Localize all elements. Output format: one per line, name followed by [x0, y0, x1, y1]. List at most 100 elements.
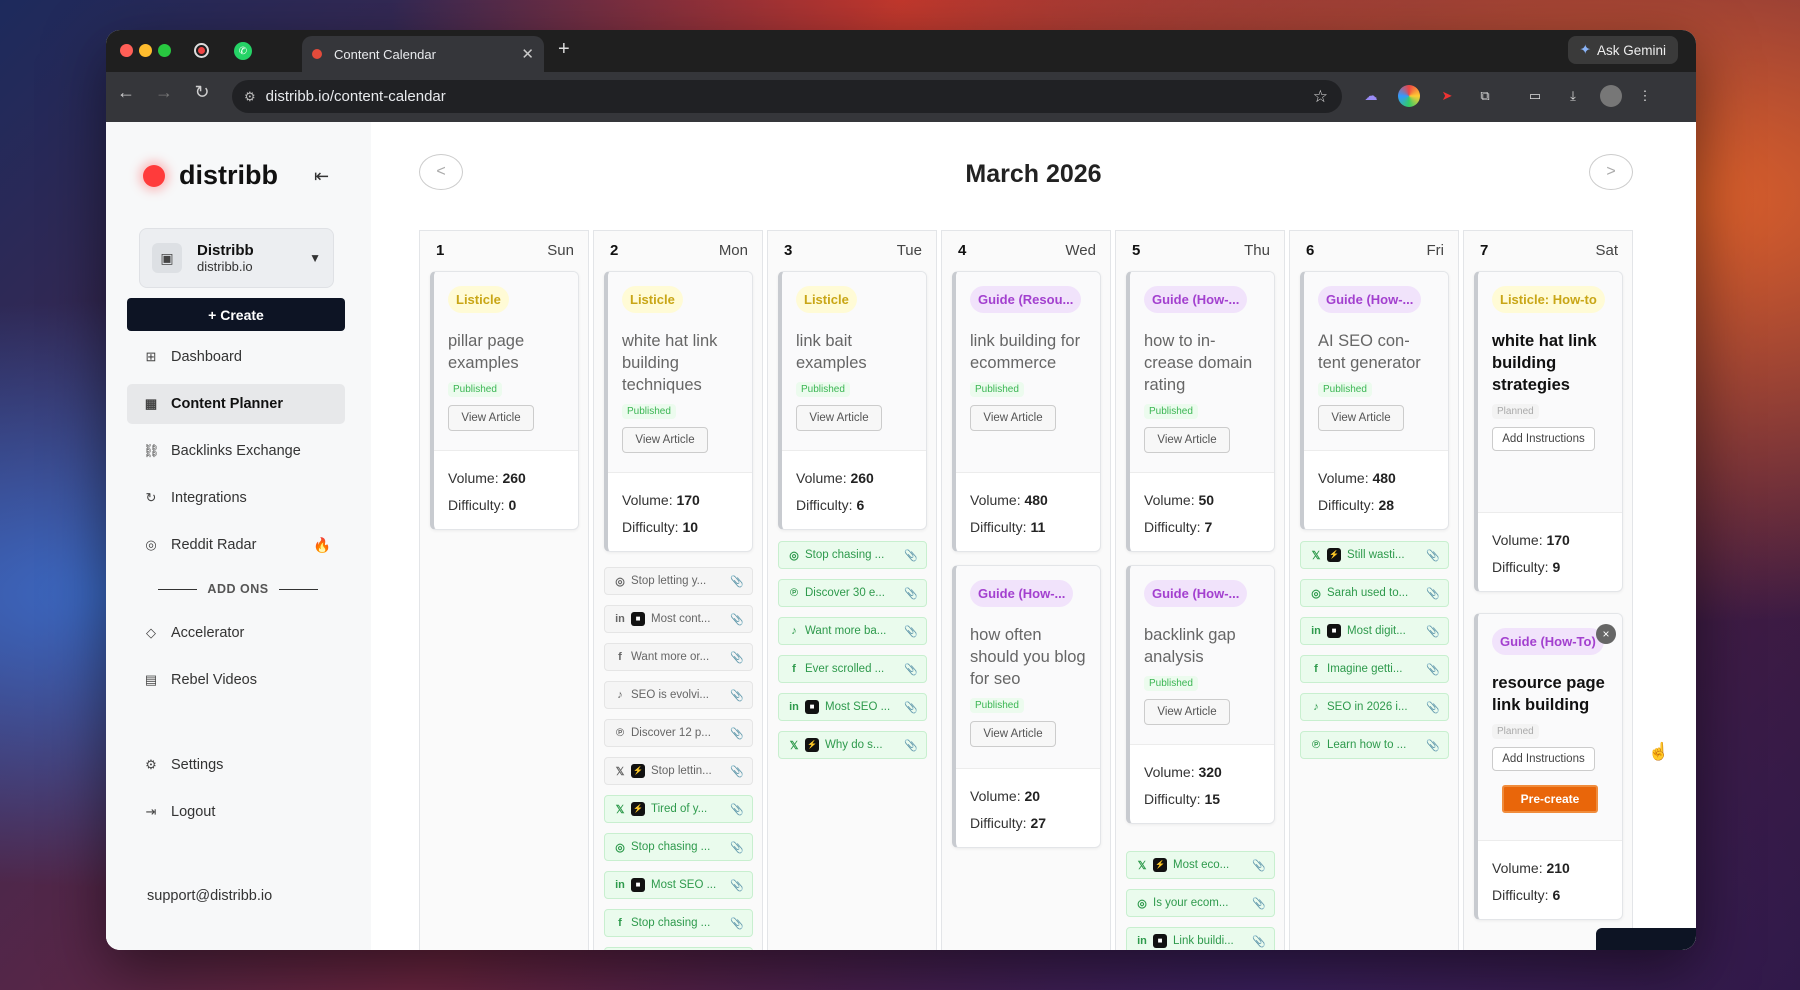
social-post-x[interactable]: 𝕏 ⚡ Most eco... 📎 [1126, 851, 1275, 879]
social-post-instagram[interactable]: ◎ Stop letting y... 📎 [604, 567, 753, 595]
view-article-button[interactable]: View Article [970, 405, 1056, 431]
article-title[interactable]: backlink gap analysis [1144, 624, 1260, 668]
next-month-button[interactable]: > [1589, 154, 1633, 190]
bookmark-star-icon[interactable]: ☆ [1313, 87, 1328, 107]
forward-arrow-icon[interactable]: → [152, 82, 176, 103]
download-icon[interactable]: ⤓ [1562, 85, 1584, 107]
brand-logo[interactable]: distribb [143, 160, 278, 191]
social-post-facebook[interactable]: f Stop chasing ... 📎 [604, 909, 753, 937]
sidebar-item-accelerator[interactable]: ◇ Accelerator [127, 613, 345, 653]
social-post-facebook[interactable]: f Imagine getti... 📎 [1300, 655, 1449, 683]
address-bar[interactable]: ⚙ distribb.io/content-calendar ☆ [232, 80, 1342, 113]
extension-cursor-icon[interactable]: ➤ [1436, 85, 1458, 107]
sidebar-item-reddit-radar[interactable]: ◎ Reddit Radar 🔥 [127, 525, 345, 565]
remove-card-icon[interactable]: × [1596, 624, 1616, 644]
minimize-window-button[interactable] [139, 44, 152, 57]
article-card[interactable]: Guide (How-... how to in-crease domain r… [1126, 271, 1275, 552]
close-window-button[interactable] [120, 44, 133, 57]
social-post-tiktok[interactable]: ♪ SEO is evolvi... 📎 [604, 681, 753, 709]
article-card[interactable]: Guide (Resou... link building for ecomme… [952, 271, 1101, 552]
article-title[interactable]: AI SEO con-tent generator [1318, 330, 1434, 374]
article-card[interactable]: Listicle: How-to white hat link building… [1474, 271, 1623, 592]
extension-cloud-icon[interactable]: ☁ [1360, 85, 1382, 107]
sidebar-item-backlinks-exchange[interactable]: ⛓ Backlinks Exchange [127, 431, 345, 471]
article-card[interactable]: Listicle pillar page examples Published … [430, 271, 579, 530]
social-post-linkedin[interactable]: in ■ Link buildi... 📎 [1126, 927, 1275, 950]
add-instructions-button[interactable]: Add Instructions [1492, 427, 1595, 451]
article-card[interactable]: Guide (How-... how often should you blog… [952, 565, 1101, 848]
view-article-button[interactable]: View Article [622, 427, 708, 453]
social-post-pinterest[interactable]: ℗ Discover 12 p... 📎 [604, 719, 753, 747]
site-settings-icon[interactable]: ⚙ [244, 89, 256, 105]
social-post-instagram[interactable]: ◎ Stop chasing ... 📎 [778, 541, 927, 569]
workspace-switcher[interactable]: ▣ Distribb distribb.io ▼ [139, 228, 334, 288]
article-title[interactable]: white hat link building strategies [1492, 330, 1608, 396]
social-post-x[interactable]: 𝕏 ⚡ Stop lettin... 📎 [604, 757, 753, 785]
create-button[interactable]: + Create [127, 298, 345, 331]
article-title[interactable]: white hat link building techniques [622, 330, 738, 396]
social-post-pinterest[interactable]: ℗ Discover 30 e... 📎 [778, 579, 927, 607]
whatsapp-icon[interactable]: ✆ [234, 42, 252, 60]
record-tab-icon[interactable] [194, 43, 209, 58]
article-title[interactable]: how often should you blog for seo [970, 624, 1086, 690]
status-badge: Planned [1492, 724, 1539, 739]
back-arrow-icon[interactable]: ← [114, 82, 138, 103]
article-title[interactable]: link building for ecommerce [970, 330, 1086, 374]
tab-content-calendar[interactable]: Content Calendar ✕ [302, 36, 544, 72]
extension-color-icon[interactable] [1398, 85, 1420, 107]
sidebar-item-settings[interactable]: ⚙ Settings [127, 745, 345, 785]
view-article-button[interactable]: View Article [796, 405, 882, 431]
collapse-sidebar-icon[interactable]: ⇤ [314, 166, 329, 187]
social-post-linkedin[interactable]: in ■ Most digit... 📎 [1300, 617, 1449, 645]
add-keyword-button[interactable] [1596, 928, 1696, 950]
social-post-tiktok[interactable]: ♪ SEO in 2026 i... 📎 [1300, 693, 1449, 721]
ask-gemini-button[interactable]: ✦ Ask Gemini [1567, 36, 1678, 64]
tab-search-icon[interactable]: ▭ [1524, 85, 1546, 107]
article-card[interactable]: Listicle link bait examples Published Vi… [778, 271, 927, 530]
extensions-puzzle-icon[interactable]: ⧉ [1474, 85, 1496, 107]
social-post-linkedin[interactable]: in ■ Most SEO ... 📎 [778, 693, 927, 721]
social-post-x[interactable]: 𝕏 ⚡ Tired of y... 📎 [604, 795, 753, 823]
social-post-instagram[interactable]: ◎ Is your ecom... 📎 [1126, 889, 1275, 917]
article-card[interactable]: Guide (How-... AI SEO con-tent generator… [1300, 271, 1449, 530]
sidebar-item-dashboard[interactable]: ⊞ Dashboard [127, 337, 345, 377]
more-menu-icon[interactable]: ⋮ [1634, 85, 1656, 107]
article-title[interactable]: link bait examples [796, 330, 912, 374]
social-post-instagram[interactable]: ◎ Sarah used to... 📎 [1300, 579, 1449, 607]
social-post-tiktok[interactable]: ♪POV: Your ran...📎 [604, 947, 753, 950]
sidebar-item-integrations[interactable]: ↻ Integrations [127, 478, 345, 518]
view-article-button[interactable]: View Article [1144, 427, 1230, 453]
view-article-button[interactable]: View Article [448, 405, 534, 431]
reload-icon[interactable]: ↻ [190, 82, 214, 103]
view-article-button[interactable]: View Article [1318, 405, 1404, 431]
view-article-button[interactable]: View Article [970, 721, 1056, 747]
article-title[interactable]: resource page link building [1492, 672, 1608, 716]
social-post-facebook[interactable]: f Ever scrolled ... 📎 [778, 655, 927, 683]
social-post-x[interactable]: 𝕏 ⚡ Still wasti... 📎 [1300, 541, 1449, 569]
social-post-pinterest[interactable]: ℗ Learn how to ... 📎 [1300, 731, 1449, 759]
new-tab-button[interactable]: + [558, 38, 570, 61]
article-card[interactable]: Guide (How-... backlink gap analysis Pub… [1126, 565, 1275, 824]
article-title[interactable]: how to in-crease domain rating [1144, 330, 1260, 396]
social-post-linkedin[interactable]: in ■ Most SEO ... 📎 [604, 871, 753, 899]
social-post-facebook[interactable]: f Want more or... 📎 [604, 643, 753, 671]
sidebar-item-content-planner[interactable]: ▦ Content Planner [127, 384, 345, 424]
profile-avatar-icon[interactable] [1600, 85, 1622, 107]
maximize-window-button[interactable] [158, 44, 171, 57]
article-card[interactable]: Listicle white hat link building techniq… [604, 271, 753, 552]
support-email[interactable]: support@distribb.io [147, 888, 272, 904]
social-post-tiktok[interactable]: ♪ Want more ba... 📎 [778, 617, 927, 645]
add-instructions-button[interactable]: Add Instructions [1492, 747, 1595, 771]
volume-value: 50 [1198, 492, 1215, 508]
sidebar-item-logout[interactable]: ⇥ Logout [127, 792, 345, 832]
close-tab-icon[interactable]: ✕ [521, 45, 534, 63]
volume-label: Volume: [796, 470, 847, 486]
sidebar-item-rebel-videos[interactable]: ▤ Rebel Videos [127, 660, 345, 700]
social-post-linkedin[interactable]: in ■ Most cont... 📎 [604, 605, 753, 633]
article-title[interactable]: pillar page examples [448, 330, 564, 374]
view-article-button[interactable]: View Article [1144, 699, 1230, 725]
pre-create-button[interactable]: Pre-create [1502, 785, 1598, 813]
article-card[interactable]: × Guide (How-To) resource page link buil… [1474, 613, 1623, 920]
social-post-instagram[interactable]: ◎ Stop chasing ... 📎 [604, 833, 753, 861]
social-post-x[interactable]: 𝕏 ⚡ Why do s... 📎 [778, 731, 927, 759]
